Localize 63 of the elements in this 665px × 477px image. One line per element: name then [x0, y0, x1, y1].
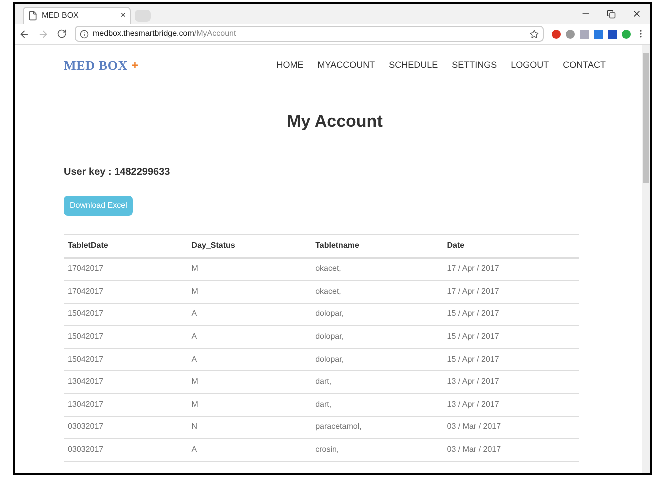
nav-link[interactable]: MYACCOUNT [318, 59, 376, 73]
table-cell-text: paracetamol, [316, 421, 363, 434]
table-cell-text: dolopar, [316, 331, 346, 344]
url-text: medbox.thesmartbridge.com/MyAccount [93, 28, 236, 40]
nav-link[interactable]: CONTACT [563, 59, 606, 73]
table-cell-text: 15 / Apr / 2017 [447, 331, 500, 344]
nav-link[interactable]: SCHEDULE [389, 59, 438, 73]
close-icon[interactable] [632, 9, 642, 19]
table-cell-text: 17 / Apr / 2017 [447, 263, 500, 276]
table-cell-text: 03 / Mar / 2017 [447, 444, 502, 456]
table-cell-text: 03 / Mar / 2017 [447, 421, 502, 434]
user-key: User key : 1482299633 [64, 164, 606, 180]
table-cell-text: 13042017 [68, 376, 105, 388]
table-cell-text: 17042017 [68, 263, 105, 276]
logo-plus: + [132, 58, 138, 74]
table-cell-text: A [192, 354, 198, 366]
nav-link[interactable]: SETTINGS [452, 59, 498, 73]
column-header: Tabletname [316, 240, 360, 252]
address-bar[interactable]: medbox.thesmartbridge.com/MyAccount [75, 26, 544, 42]
table-cell-text: crosin, [316, 444, 340, 456]
table-cell-text: N [192, 421, 199, 434]
page-icon [28, 11, 38, 21]
table-cell-text: 13 / Apr / 2017 [447, 398, 500, 411]
nav-link[interactable]: LOGOUT [511, 59, 550, 73]
table-cell-text: okacet, [316, 263, 342, 276]
table-cell-text: dolopar, [316, 308, 346, 320]
table-cell-text: 03032017 [68, 421, 105, 434]
table-cell-text: 15 / Apr / 2017 [447, 354, 500, 366]
nav-link[interactable]: HOME [276, 59, 304, 73]
table-cell-text: okacet, [316, 286, 342, 298]
table-cell-text: dolopar, [316, 354, 346, 366]
back-icon[interactable] [19, 28, 30, 40]
table-cell-text: M [192, 376, 200, 388]
column-header: TabletDate [68, 240, 110, 252]
table-cell-text: 15042017 [68, 354, 105, 366]
tab-close[interactable]: × [120, 9, 126, 23]
page-title: My Account [286, 111, 384, 133]
table-cell-text: 17042017 [68, 286, 105, 298]
site-logo[interactable]: MED BOX [64, 56, 128, 76]
restore-icon[interactable] [607, 10, 616, 18]
table-cell-text: M [192, 398, 200, 411]
table-cell-text: A [192, 331, 198, 344]
tab-title: MED BOX [42, 10, 80, 22]
table-cell-text: 17 / Apr / 2017 [447, 286, 500, 298]
table-cell-text: 15042017 [68, 331, 105, 344]
table-cell-text: 03032017 [68, 444, 105, 456]
column-header: Date [447, 240, 466, 252]
info-icon [80, 30, 89, 38]
reload-icon[interactable] [57, 29, 67, 39]
scrollbar[interactable] [642, 45, 650, 473]
table-cell-text: A [192, 444, 198, 456]
bookmark-star-icon[interactable] [530, 30, 539, 38]
table-cell-text: dart, [316, 398, 333, 411]
table-cell-text: M [192, 286, 200, 298]
table-cell-text: A [192, 308, 198, 320]
browser-tab[interactable]: MED BOX × [23, 7, 131, 24]
table-cell-text: 13 / Apr / 2017 [447, 376, 500, 388]
column-header: Day_Status [192, 240, 236, 252]
table-cell-text: M [192, 263, 200, 276]
table-cell-text: 15 / Apr / 2017 [447, 308, 500, 320]
table-cell-text: 13042017 [68, 398, 105, 411]
table-cell-text: dart, [316, 376, 333, 388]
table-cell-text: 15042017 [68, 308, 105, 320]
